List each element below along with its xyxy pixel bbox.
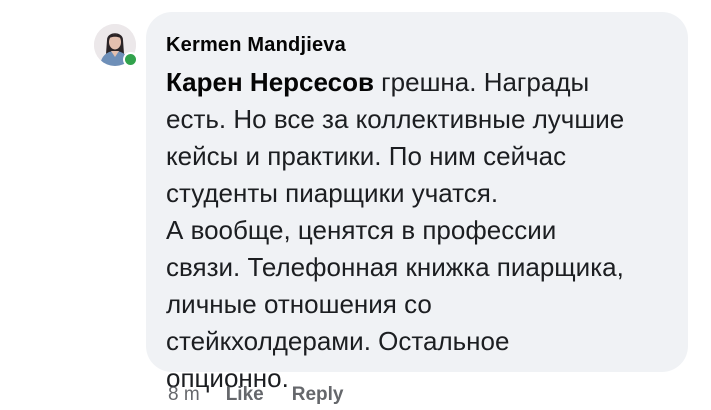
comment: Kermen Mandjieva Карен Нерсесов грешна. … <box>0 0 711 410</box>
comment-line-text: грешна. Награды <box>373 67 590 97</box>
comment-bubble: Kermen Mandjieva Карен Нерсесов грешна. … <box>146 12 688 393</box>
author-name[interactable]: Kermen Mandjieva <box>166 32 670 58</box>
online-status-icon <box>123 52 138 67</box>
comment-timestamp[interactable]: 8 m <box>168 384 200 406</box>
comment-line: есть. Но все за коллективные лучшие <box>166 104 625 134</box>
comment-line: связи. Телефонная книжка пиарщика, <box>166 252 624 282</box>
comment-line: А вообще, ценятся в профессии <box>166 215 557 245</box>
comment-actions: 8 m Like Reply <box>168 384 371 406</box>
comment-line: кейсы и практики. По ним сейчас <box>166 141 567 171</box>
comment-line: Карен Нерсесов грешна. Награды <box>166 64 678 101</box>
author-avatar[interactable] <box>94 24 138 67</box>
mention-link[interactable]: Карен Нерсесов <box>166 67 374 97</box>
comment-line: личные отношения со <box>166 289 432 319</box>
comment-line: стейкхолдерами. Остальное <box>166 326 510 356</box>
like-button[interactable]: Like <box>226 384 264 406</box>
comment-line: студенты пиарщики учатся. <box>166 178 499 208</box>
comment-text: Карен Нерсесов грешна. Награды есть. Но … <box>166 64 678 397</box>
reply-button[interactable]: Reply <box>292 384 344 406</box>
